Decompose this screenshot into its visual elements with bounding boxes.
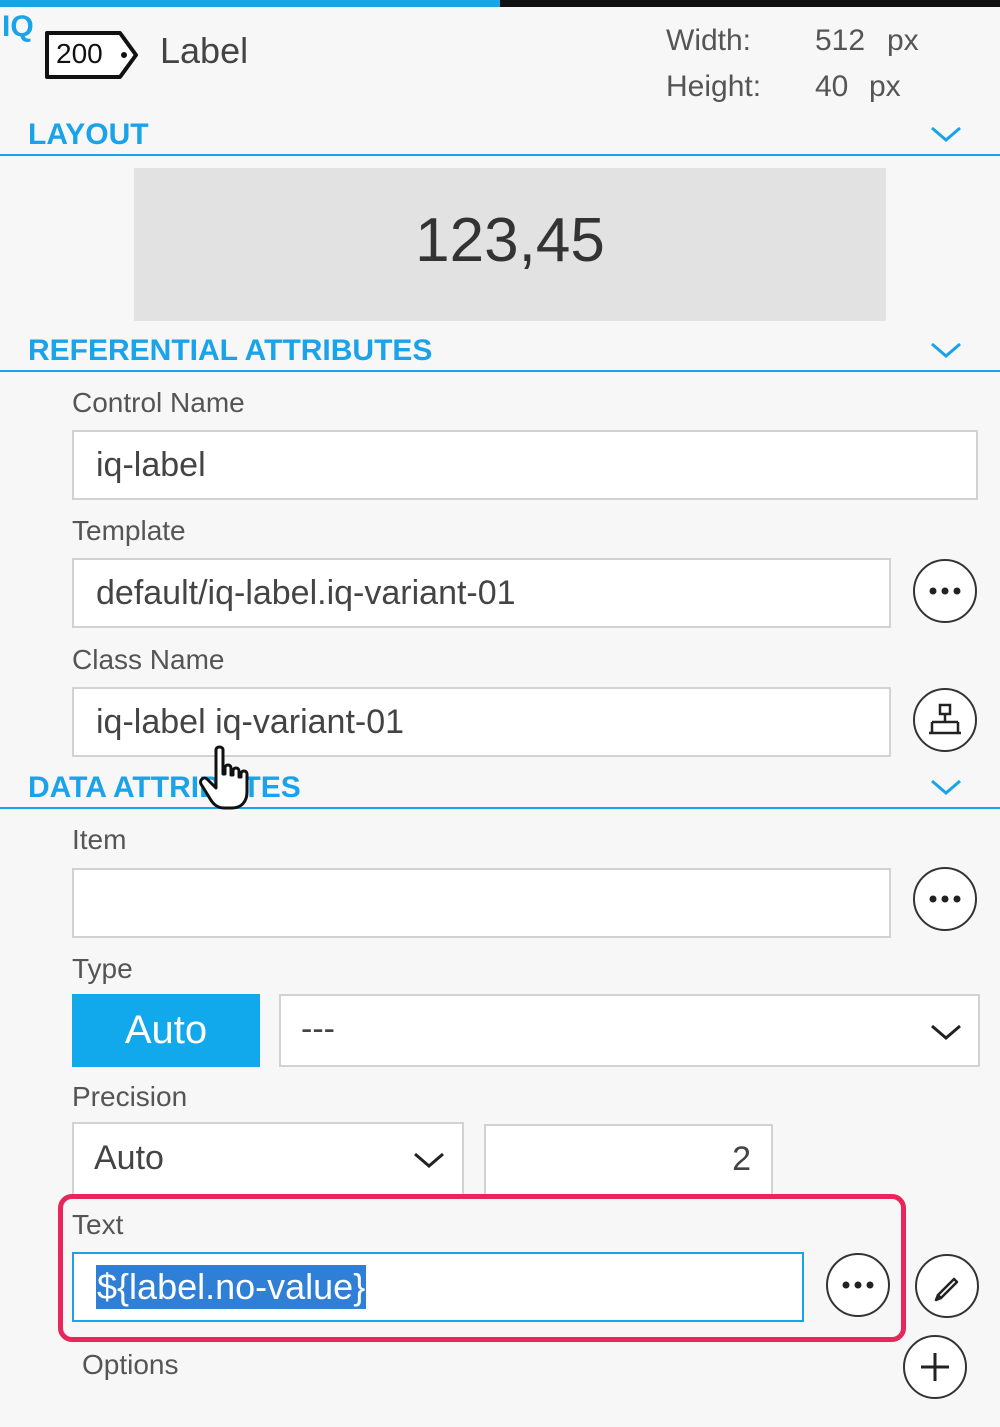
class-name-label: Class Name bbox=[72, 644, 225, 675]
type-label: Type bbox=[72, 953, 133, 984]
text-input[interactable]: ${label.no-value} bbox=[72, 1252, 804, 1322]
template-label: Template bbox=[72, 515, 186, 546]
type-select[interactable]: --- bbox=[279, 994, 980, 1067]
height-label: Height: bbox=[666, 70, 762, 103]
item-input[interactable] bbox=[72, 868, 891, 938]
ellipsis-icon bbox=[929, 895, 961, 903]
chevron-down-icon[interactable] bbox=[929, 340, 963, 360]
item-label: Item bbox=[72, 824, 127, 855]
options-label: Options bbox=[82, 1349, 179, 1380]
hand-pointer-icon bbox=[199, 745, 249, 810]
chevron-down-icon[interactable] bbox=[929, 124, 963, 144]
text-label: Text bbox=[72, 1209, 124, 1240]
component-badge-count: 200 bbox=[56, 38, 103, 69]
ellipsis-icon bbox=[842, 1281, 874, 1289]
section-title-referential-attributes[interactable]: REFERENTIAL ATTRIBUTES bbox=[28, 334, 432, 368]
section-divider bbox=[0, 370, 1000, 372]
width-label: Width: bbox=[666, 24, 752, 57]
width-unit: px bbox=[887, 24, 919, 57]
ellipsis-icon bbox=[929, 587, 961, 595]
precision-number-input[interactable]: 2 bbox=[484, 1124, 773, 1194]
plus-icon bbox=[921, 1353, 949, 1381]
preview-value: 123,45 bbox=[415, 206, 605, 275]
app-logo: IQ bbox=[2, 10, 34, 43]
progress-fill bbox=[0, 0, 500, 7]
class-name-input[interactable]: iq-label iq-variant-01 bbox=[72, 687, 891, 757]
section-divider bbox=[0, 154, 1000, 156]
item-more-button[interactable] bbox=[913, 867, 977, 931]
class-hierarchy-button[interactable] bbox=[913, 688, 977, 752]
height-unit: px bbox=[869, 70, 901, 103]
type-select-value: --- bbox=[301, 1010, 335, 1048]
precision-number-value: 2 bbox=[732, 1140, 751, 1178]
hierarchy-icon bbox=[929, 703, 961, 735]
precision-select[interactable]: Auto bbox=[72, 1122, 464, 1194]
control-name-label: Control Name bbox=[72, 387, 245, 418]
component-title: Label bbox=[160, 30, 249, 71]
text-edit-button[interactable] bbox=[915, 1254, 979, 1318]
template-input[interactable]: default/iq-label.iq-variant-01 bbox=[72, 558, 891, 628]
precision-label: Precision bbox=[72, 1081, 188, 1112]
text-input-selected-value: ${label.no-value} bbox=[96, 1265, 367, 1309]
section-title-layout[interactable]: LAYOUT bbox=[28, 118, 149, 152]
control-name-input[interactable]: iq-label bbox=[72, 430, 978, 500]
section-title-data-attributes[interactable]: DATA ATTRIBUTES bbox=[28, 771, 301, 805]
section-divider bbox=[0, 807, 1000, 809]
chevron-down-icon bbox=[931, 1024, 961, 1040]
type-auto-button[interactable]: Auto bbox=[72, 994, 260, 1067]
text-more-button[interactable] bbox=[826, 1253, 890, 1317]
template-more-button[interactable] bbox=[913, 559, 977, 623]
chevron-down-icon bbox=[414, 1152, 444, 1168]
width-value[interactable]: 512 bbox=[815, 24, 865, 58]
pencil-icon bbox=[934, 1277, 959, 1302]
height-value[interactable]: 40 bbox=[815, 70, 848, 104]
add-option-button[interactable] bbox=[903, 1335, 967, 1399]
chevron-down-icon[interactable] bbox=[929, 777, 963, 797]
precision-select-value: Auto bbox=[94, 1139, 164, 1177]
